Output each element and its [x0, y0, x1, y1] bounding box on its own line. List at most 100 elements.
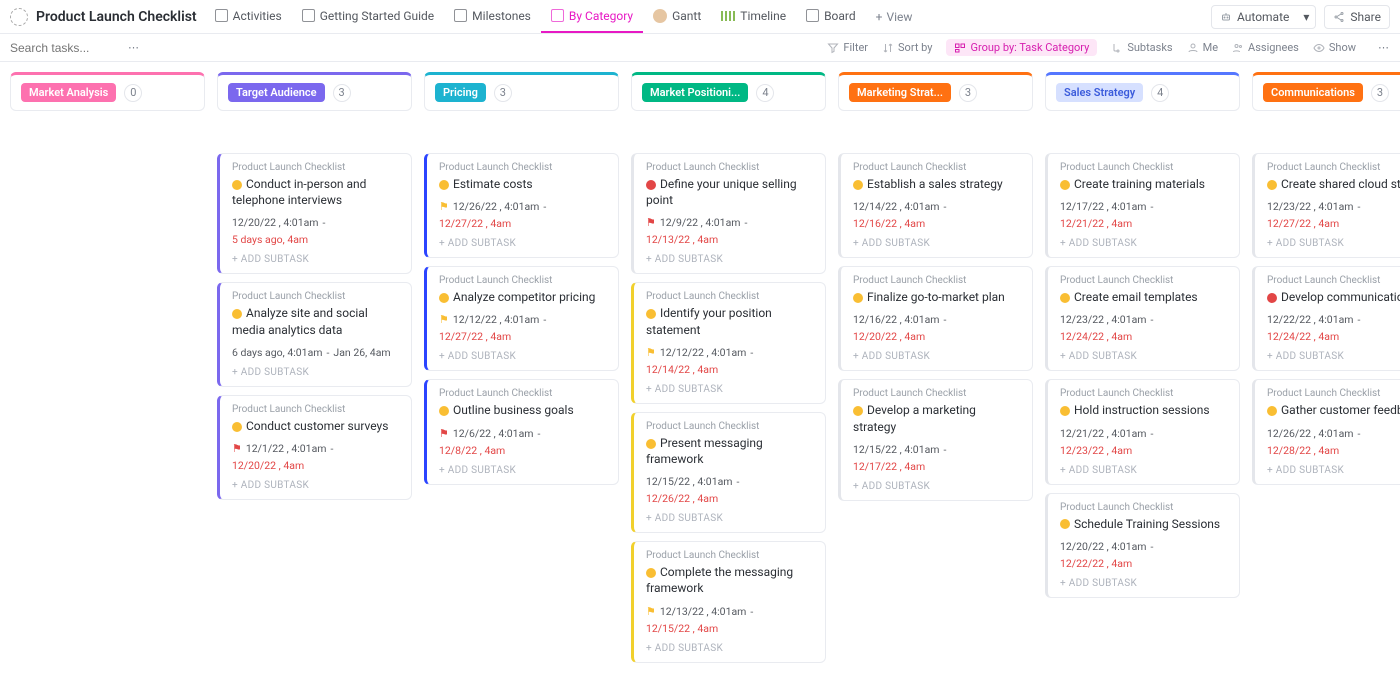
task-card[interactable]: Product Launch ChecklistCreate shared cl… [1252, 153, 1400, 258]
assignees-button[interactable]: Assignees [1232, 41, 1299, 54]
tab-timeline[interactable]: Timeline [711, 0, 796, 33]
task-card[interactable]: Product Launch ChecklistAnalyze competit… [424, 266, 619, 371]
card-title: Establish a sales strategy [853, 176, 1022, 192]
task-card[interactable]: Product Launch ChecklistConduct in-perso… [217, 153, 412, 274]
add-subtask-button[interactable]: + ADD SUBTASK [1267, 238, 1400, 249]
task-card[interactable]: Product Launch ChecklistPresent messagin… [631, 412, 826, 533]
status-icon [439, 180, 449, 190]
start-date: 6 days ago, 4:01am [232, 346, 323, 359]
column-header[interactable]: Target Audience3 [217, 72, 412, 111]
share-label: Share [1350, 10, 1381, 24]
task-card[interactable]: Product Launch ChecklistDevelop a market… [838, 379, 1033, 500]
task-card[interactable]: Product Launch ChecklistOutline business… [424, 379, 619, 484]
task-card[interactable]: Product Launch ChecklistIdentify your po… [631, 282, 826, 403]
add-subtask-button[interactable]: + ADD SUBTASK [853, 238, 1022, 249]
card-breadcrumb: Product Launch Checklist [232, 162, 401, 173]
task-card[interactable]: Product Launch ChecklistConduct customer… [217, 395, 412, 500]
group-button[interactable]: Group by: Task Category [946, 39, 1097, 56]
add-subtask-button[interactable]: + ADD SUBTASK [646, 513, 815, 524]
end-date: 12/21/22 , 4am [1060, 217, 1132, 230]
task-card[interactable]: Product Launch ChecklistGather customer … [1252, 379, 1400, 484]
column-count: 3 [959, 84, 977, 102]
add-subtask-button[interactable]: + ADD SUBTASK [1060, 351, 1229, 362]
add-subtask-button[interactable]: + ADD SUBTASK [439, 351, 608, 362]
add-subtask-button[interactable]: + ADD SUBTASK [1267, 465, 1400, 476]
card-title-text: Complete the messaging framework [646, 565, 793, 595]
card-dates: ⚑12/12/22 , 4:01am - 12/14/22 , 4am [646, 346, 815, 376]
task-card[interactable]: Product Launch ChecklistComplete the mes… [631, 541, 826, 662]
task-card[interactable]: Product Launch ChecklistFinalize go-to-m… [838, 266, 1033, 371]
status-icon [1060, 519, 1070, 529]
add-subtask-button[interactable]: + ADD SUBTASK [1060, 238, 1229, 249]
add-subtask-button[interactable]: + ADD SUBTASK [646, 643, 815, 654]
end-date: 12/27/22 , 4am [439, 217, 511, 230]
column: Market Analysis0 [10, 72, 205, 663]
search-input[interactable] [10, 41, 120, 55]
subtasks-button[interactable]: Subtasks [1111, 41, 1172, 54]
add-subtask-button[interactable]: + ADD SUBTASK [439, 465, 608, 476]
column: Market Positioni...4 Product Launch Check… [631, 72, 826, 663]
task-card[interactable]: Product Launch ChecklistDevelop communic… [1252, 266, 1400, 371]
task-card[interactable]: Product Launch ChecklistHold instruction… [1045, 379, 1240, 484]
task-card[interactable]: Product Launch ChecklistCreate email tem… [1045, 266, 1240, 371]
add-subtask-button[interactable]: + ADD SUBTASK [646, 384, 815, 395]
subtasks-label: Subtasks [1127, 41, 1172, 54]
add-subtask-button[interactable]: + ADD SUBTASK [1060, 578, 1229, 589]
add-subtask-button[interactable]: + ADD SUBTASK [232, 480, 401, 491]
column-header[interactable]: Market Positioni...4 [631, 72, 826, 111]
status-icon [853, 406, 863, 416]
tab-milestones[interactable]: Milestones [444, 0, 541, 33]
task-card[interactable]: Product Launch ChecklistSchedule Trainin… [1045, 493, 1240, 598]
eye-icon [1313, 42, 1325, 54]
status-icon [439, 406, 449, 416]
filter-button[interactable]: Filter [827, 41, 868, 54]
task-card[interactable]: Product Launch ChecklistEstimate costs⚑1… [424, 153, 619, 258]
add-subtask-button[interactable]: + ADD SUBTASK [646, 254, 815, 265]
tab-gantt[interactable]: Gantt [643, 0, 711, 33]
column-header[interactable]: Communications3 [1252, 72, 1400, 111]
add-subtask-button[interactable]: + ADD SUBTASK [1060, 465, 1229, 476]
sort-button[interactable]: Sort by [882, 41, 932, 54]
add-subtask-button[interactable]: + ADD SUBTASK [1267, 351, 1400, 362]
task-card[interactable]: Product Launch ChecklistCreate training … [1045, 153, 1240, 258]
add-subtask-button[interactable]: + ADD SUBTASK [232, 367, 401, 378]
task-card[interactable]: Product Launch ChecklistAnalyze site and… [217, 282, 412, 386]
add-subtask-button[interactable]: + ADD SUBTASK [232, 254, 401, 265]
card-breadcrumb: Product Launch Checklist [853, 162, 1022, 173]
tab-by-category[interactable]: By Category [541, 0, 643, 33]
timeline-icon [721, 11, 735, 21]
card-breadcrumb: Product Launch Checklist [646, 162, 815, 173]
task-card[interactable]: Product Launch ChecklistDefine your uniq… [631, 153, 826, 274]
status-icon [232, 309, 242, 319]
start-date: 12/23/22 , 4:01am [1267, 200, 1354, 213]
start-date: 12/20/22 , 4:01am [1060, 540, 1147, 553]
automate-button[interactable]: Automate [1211, 5, 1298, 29]
toolbar-more-icon[interactable]: ⋯ [1378, 41, 1390, 54]
column-header[interactable]: Marketing Strat...3 [838, 72, 1033, 111]
automate-dropdown[interactable]: ▾ [1297, 5, 1316, 29]
filter-label: Filter [843, 41, 868, 54]
card-dates: ⚑12/9/22 , 4:01am - 12/13/22 , 4am [646, 216, 815, 246]
add-subtask-button[interactable]: + ADD SUBTASK [853, 481, 1022, 492]
column-header[interactable]: Market Analysis0 [10, 72, 205, 111]
tab-activities[interactable]: Activities [205, 0, 292, 33]
card-title-text: Analyze competitor pricing [453, 290, 595, 304]
status-icon [646, 568, 656, 578]
show-button[interactable]: Show [1313, 41, 1356, 54]
add-subtask-button[interactable]: + ADD SUBTASK [853, 351, 1022, 362]
tab-getting-started[interactable]: Getting Started Guide [292, 0, 444, 33]
task-card[interactable]: Product Launch Checklist Establish a sale… [838, 153, 1033, 258]
me-button[interactable]: Me [1187, 41, 1218, 54]
date-separator: - [1151, 427, 1154, 440]
status-icon [1060, 406, 1070, 416]
add-view-button[interactable]: + View [866, 10, 923, 24]
card-dates: 12/23/22 , 4:01am - 12/27/22 , 4am [1267, 200, 1400, 230]
search-more-icon[interactable]: ⋯ [128, 41, 140, 54]
column-header[interactable]: Sales Strategy4 [1045, 72, 1240, 111]
share-button[interactable]: Share [1324, 5, 1390, 29]
start-date: 12/6/22 , 4:01am [453, 427, 534, 440]
tab-board[interactable]: Board [796, 0, 866, 33]
card-dates: ⚑12/13/22 , 4:01am - 12/15/22 , 4am [646, 605, 815, 635]
add-subtask-button[interactable]: + ADD SUBTASK [439, 238, 608, 249]
column-header[interactable]: Pricing3 [424, 72, 619, 111]
